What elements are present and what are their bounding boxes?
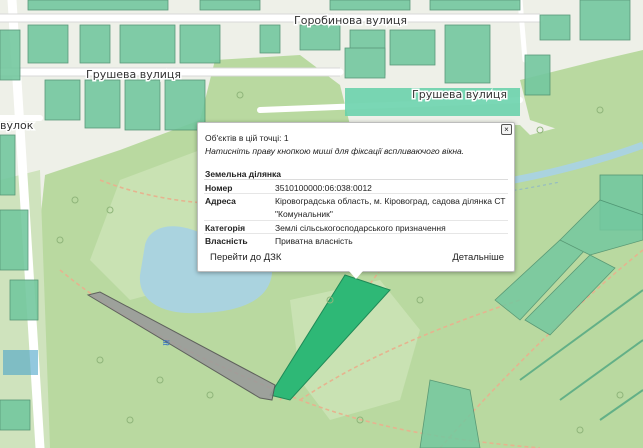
field-key: Номер — [205, 183, 233, 193]
street-label-hrusheva-west: Грушева вулиця — [86, 68, 181, 81]
field-key: Категорія — [205, 223, 246, 233]
field-value: Приватна власність — [275, 236, 353, 246]
street-label-vulok: вулок — [0, 119, 34, 132]
field-key: Адреса — [205, 196, 236, 206]
info-popup: × Об'єктів в цій точці: 1 Натисніть прав… — [197, 122, 515, 272]
divider — [204, 233, 508, 234]
section-title: Земельна ділянка — [205, 169, 282, 179]
divider — [204, 220, 508, 221]
field-value: 3510100000:06:038:0012 — [275, 183, 372, 193]
objects-count: Об'єктів в цій точці: 1 — [205, 133, 289, 143]
field-key: Власність — [205, 236, 248, 246]
close-button[interactable]: × — [501, 124, 512, 135]
popup-hint: Натисніть праву кнопкою миші для фіксаці… — [205, 146, 465, 156]
waves-icon: ≋ — [162, 338, 170, 349]
go-to-dzk-link[interactable]: Перейти до ДЗК — [210, 252, 281, 263]
street-label-horobynova: Горобинова вулиця — [294, 14, 407, 27]
details-link[interactable]: Детальніше — [452, 252, 504, 263]
divider — [204, 179, 508, 180]
field-value-line1: Кіровоградська область, м. Кіровоград, с… — [275, 196, 506, 206]
street-label-hrusheva-east: Грушева вулиця — [412, 88, 507, 101]
field-value-line2: "Комунальник" — [275, 209, 333, 219]
divider — [204, 193, 508, 194]
popup-tail — [349, 271, 363, 279]
field-value: Землі сільськогосподарського призначення — [275, 223, 446, 233]
